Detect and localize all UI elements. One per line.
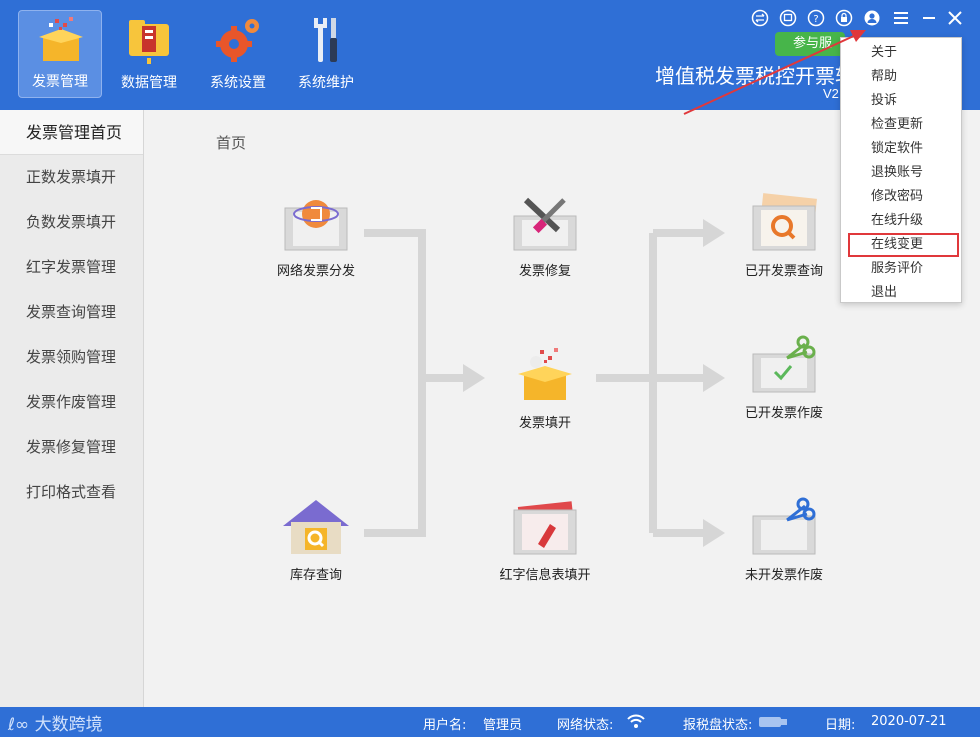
network-label: 网络状态: [557, 718, 614, 733]
menu-icon[interactable] [892, 9, 910, 27]
sidebar-item-invoice-repair[interactable]: 发票修复管理 [0, 425, 143, 470]
user-label: 用户名: [423, 718, 467, 733]
sidebar-item-invoice-void[interactable]: 发票作废管理 [0, 380, 143, 425]
red-info-pen-icon [513, 501, 577, 555]
nav-label: 系统设置 [210, 75, 266, 91]
nav-label: 系统维护 [298, 75, 354, 91]
menu-item-change-password[interactable]: 修改密码 [841, 185, 961, 209]
switch-icon[interactable] [751, 9, 769, 27]
tax-disk-icon [759, 717, 787, 727]
tile-blank-invoice-void[interactable]: 未开发票作废 [714, 496, 854, 583]
sidebar: 发票管理首页 正数发票填开 负数发票填开 红字发票管理 发票查询管理 发票领购管… [0, 110, 144, 707]
data-folder-icon [129, 20, 169, 64]
menu-item-online-change[interactable]: 在线变更 [841, 233, 961, 257]
nav-system-maintenance[interactable]: 系统维护 [284, 10, 368, 98]
top-bar: 发票管理 数据管理 系统设置 系统维护 ? 参与服 增值税发票税控开票软 V2 [0, 0, 980, 110]
tile-label: 未开发票作废 [744, 568, 823, 583]
sidebar-item-positive-invoice[interactable]: 正数发票填开 [0, 155, 143, 200]
brand-watermark: ℓ∞ 大数跨境 [8, 710, 103, 735]
nav-data-management[interactable]: 数据管理 [107, 10, 191, 98]
date-label: 日期: [825, 718, 856, 733]
sidebar-item-invoice-purchase[interactable]: 发票领购管理 [0, 335, 143, 380]
user-icon[interactable] [863, 9, 881, 27]
status-bar: ℓ∞ 大数跨境 用户名: 管理员 网络状态: 报税盘状态: 日期: 2020-0… [0, 707, 980, 737]
nav-system-settings[interactable]: 系统设置 [196, 10, 280, 98]
menu-item-switch-account[interactable]: 退换账号 [841, 161, 961, 185]
tile-label: 网络发票分发 [276, 264, 355, 279]
lock-icon[interactable] [835, 9, 853, 27]
inventory-house-icon [283, 500, 349, 554]
tile-label: 发票填开 [518, 416, 571, 431]
nav-label: 数据管理 [121, 75, 177, 91]
promo-button[interactable]: 参与服 [775, 32, 845, 56]
menu-item-help[interactable]: 帮助 [841, 65, 961, 89]
invoice-box-icon [39, 17, 83, 61]
maintenance-tools-icon [314, 18, 337, 62]
close-icon[interactable] [946, 9, 964, 27]
menu-item-exit[interactable]: 退出 [841, 281, 961, 305]
tile-network-invoice-distribute[interactable]: 网络发票分发 [246, 192, 386, 279]
sidebar-item-invoice-query[interactable]: 发票查询管理 [0, 290, 143, 335]
sidebar-item-home[interactable]: 发票管理首页 [0, 110, 143, 155]
tile-issued-invoice-query[interactable]: 已开发票查询 [714, 192, 854, 279]
brand-name: 大数跨境 [34, 715, 103, 735]
invoice-repair-icon [513, 197, 577, 251]
message-icon[interactable] [779, 9, 797, 27]
sidebar-item-print-format[interactable]: 打印格式查看 [0, 470, 143, 515]
menu-item-about[interactable]: 关于 [841, 41, 961, 65]
scissors-check-icon [752, 335, 816, 393]
user-value: 管理员 [483, 718, 523, 733]
date-value: 2020-07-21 [871, 714, 947, 729]
menu-item-online-upgrade[interactable]: 在线升级 [841, 209, 961, 233]
issued-invoice-query-icon [752, 193, 817, 251]
menu-item-lock-software[interactable]: 锁定软件 [841, 137, 961, 161]
minimize-icon[interactable] [920, 9, 938, 27]
tile-issued-invoice-void[interactable]: 已开发票作废 [714, 334, 854, 421]
svg-text:?: ? [813, 14, 818, 25]
sidebar-item-negative-invoice[interactable]: 负数发票填开 [0, 200, 143, 245]
tile-label: 已开发票查询 [744, 264, 823, 279]
tile-red-info-sheet-fill[interactable]: 红字信息表填开 [475, 496, 615, 583]
menu-item-complaint[interactable]: 投诉 [841, 89, 961, 113]
brand-logo-icon: ℓ∞ [8, 715, 35, 735]
tax-disk-label: 报税盘状态: [683, 718, 753, 733]
invoice-box-icon [518, 348, 572, 400]
tile-label: 库存查询 [289, 568, 342, 583]
tile-invoice-fill[interactable]: 发票填开 [475, 344, 615, 431]
nav-invoice-management[interactable]: 发票管理 [18, 10, 102, 98]
menu-item-check-update[interactable]: 检查更新 [841, 113, 961, 137]
menu-item-service-rating[interactable]: 服务评价 [841, 257, 961, 281]
tile-label: 已开发票作废 [744, 406, 823, 421]
tile-label: 红字信息表填开 [499, 568, 591, 583]
tile-label: 发票修复 [518, 264, 571, 279]
tile-inventory-query[interactable]: 库存查询 [246, 496, 386, 583]
scissors-blank-icon [752, 497, 816, 555]
help-icon[interactable]: ? [807, 9, 825, 27]
invoice-distribute-icon [284, 200, 348, 251]
settings-gear-icon [216, 19, 259, 62]
wifi-icon [627, 714, 645, 728]
user-dropdown-menu: 关于 帮助 投诉 检查更新 锁定软件 退换账号 修改密码 在线升级 在线变更 服… [840, 37, 962, 303]
tile-invoice-repair[interactable]: 发票修复 [475, 192, 615, 279]
nav-label: 发票管理 [32, 74, 88, 90]
app-title: 增值税发票税控开票软 [655, 64, 840, 88]
sidebar-item-red-invoice[interactable]: 红字发票管理 [0, 245, 143, 290]
